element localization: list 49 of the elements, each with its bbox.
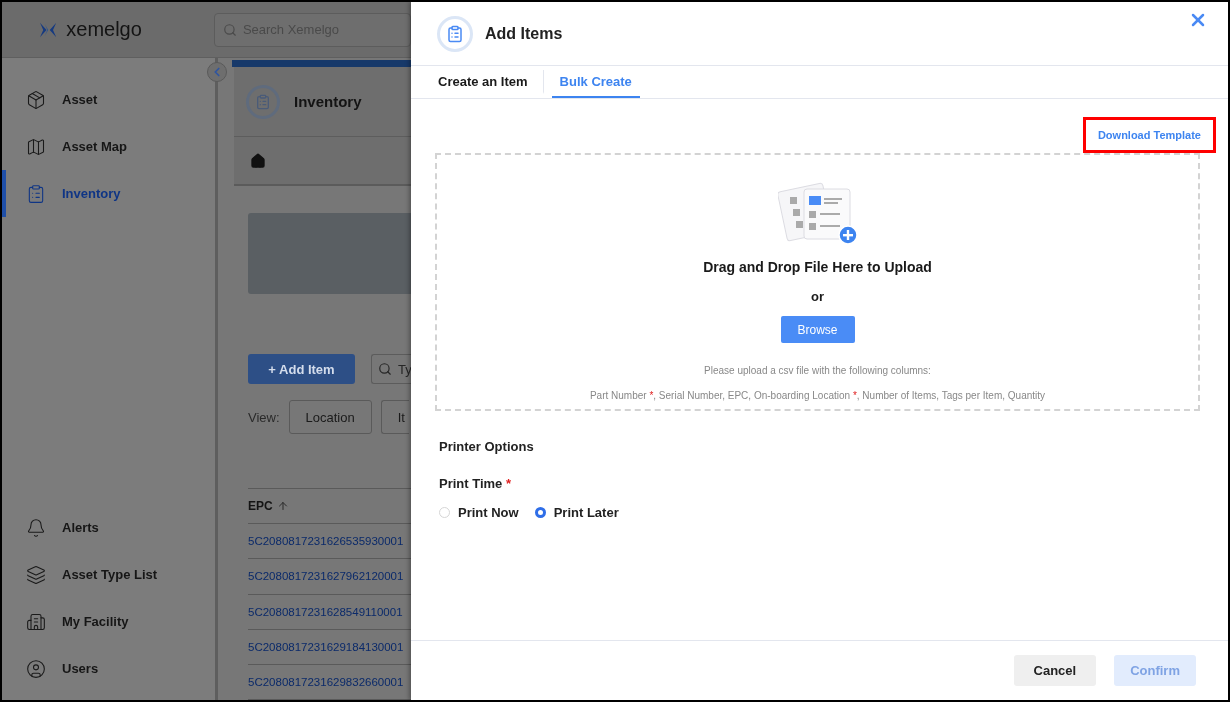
clipboard-icon xyxy=(26,183,46,204)
page-title: Inventory xyxy=(294,93,362,111)
sidebar-item[interactable]: Asset Type List xyxy=(2,551,215,598)
epc-link[interactable]: 5C2080817231627962120001 xyxy=(248,570,404,583)
drop-title: Drag and Drop File Here to Upload xyxy=(703,259,932,275)
home-icon[interactable] xyxy=(250,152,266,169)
logo-icon xyxy=(40,20,57,39)
tab[interactable]: Bulk Create xyxy=(551,66,640,98)
view-label: View: xyxy=(248,409,280,425)
clipboard-icon xyxy=(246,84,280,119)
upload-hint: Please upload a csv file with the following columns: xyxy=(704,365,931,376)
field-label: Print Time * xyxy=(438,476,513,491)
user-icon xyxy=(26,658,46,679)
cancel-button[interactable]: Cancel xyxy=(1013,655,1097,686)
section-heading: Printer Options xyxy=(438,439,535,454)
download-template-link[interactable]: Download Template xyxy=(1097,129,1201,141)
sidebar-item[interactable]: Asset Map xyxy=(2,123,215,170)
bell-icon xyxy=(26,517,46,538)
map-icon xyxy=(26,136,46,157)
or-label: or xyxy=(811,289,824,304)
sidebar-item[interactable]: Alerts xyxy=(2,504,215,551)
sidebar-item[interactable]: My Facility xyxy=(2,598,215,645)
sidebar-item[interactable]: Asset xyxy=(2,76,215,123)
radio-option[interactable]: Print Later xyxy=(534,505,619,520)
radio-icon[interactable] xyxy=(534,507,546,518)
drop-zone[interactable]: Drag and Drop File Here to Upload or Browse Please upload a csv file with the following columns: Part Number *, Serial Number, EPC, On-boarding Location *, Number of Items, Tags per Item, Quantity xyxy=(435,153,1200,411)
columns-list: Part Number *, Serial Number, EPC, On-boarding Location *, Number of Items, Tags per Item, Quantity xyxy=(589,390,1046,401)
view-option[interactable]: Location xyxy=(288,400,372,435)
logo-text: xemelgo xyxy=(66,18,142,41)
tab[interactable]: Create an Item xyxy=(438,70,544,94)
sidebar-item[interactable]: Users xyxy=(2,645,215,692)
sidebar-item[interactable]: Inventory xyxy=(2,170,215,217)
column-header[interactable]: EPC xyxy=(248,499,273,514)
collapse-button[interactable] xyxy=(207,62,227,82)
layers-icon xyxy=(26,564,46,585)
search-icon xyxy=(222,22,237,37)
package-icon xyxy=(26,89,46,110)
search-icon xyxy=(378,362,392,377)
radio-option[interactable]: Print Now xyxy=(439,505,519,520)
add-item-button[interactable]: + Add Item xyxy=(248,354,355,385)
clipboard-icon xyxy=(437,15,473,52)
epc-link[interactable]: 5C2080817231629184130001 xyxy=(248,640,404,653)
epc-link[interactable]: 5C2080817231628549110001 xyxy=(248,605,403,618)
epc-link[interactable]: 5C2080817231626535930001 xyxy=(248,535,404,548)
panel-title: Add Items xyxy=(485,24,563,43)
browse-button[interactable]: Browse xyxy=(780,316,855,343)
building-icon xyxy=(26,611,46,632)
epc-link[interactable]: 5C2080817231629832660001 xyxy=(248,675,404,688)
view-option[interactable]: It xyxy=(380,400,409,435)
